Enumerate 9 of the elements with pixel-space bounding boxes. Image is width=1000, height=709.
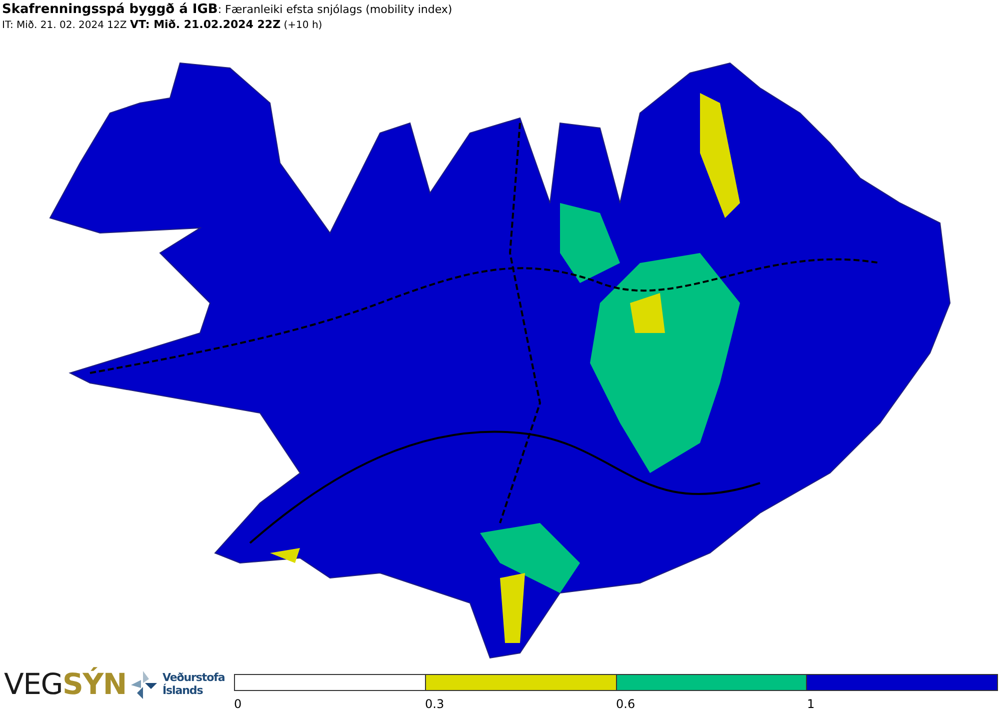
- compass-arrows-icon: [131, 670, 158, 698]
- scale-tick-label: 0.6: [616, 697, 636, 709]
- scale-tick-label: 0.3: [425, 697, 444, 709]
- map-title: Skafrenningsspá byggð á IGB: Færanleiki efsta snjólags (mobility index): [2, 2, 454, 18]
- forecast-time: IT: Mið. 21. 02. 2024 12Z VT: Mið. 21.02.2024 22Z (+10 h): [2, 18, 324, 33]
- agency-name: Veðurstofa: [162, 672, 225, 684]
- agency-name: Íslands: [162, 684, 204, 697]
- scale-tick-label: 1: [807, 697, 815, 709]
- scale-tick-label: 0: [234, 697, 242, 709]
